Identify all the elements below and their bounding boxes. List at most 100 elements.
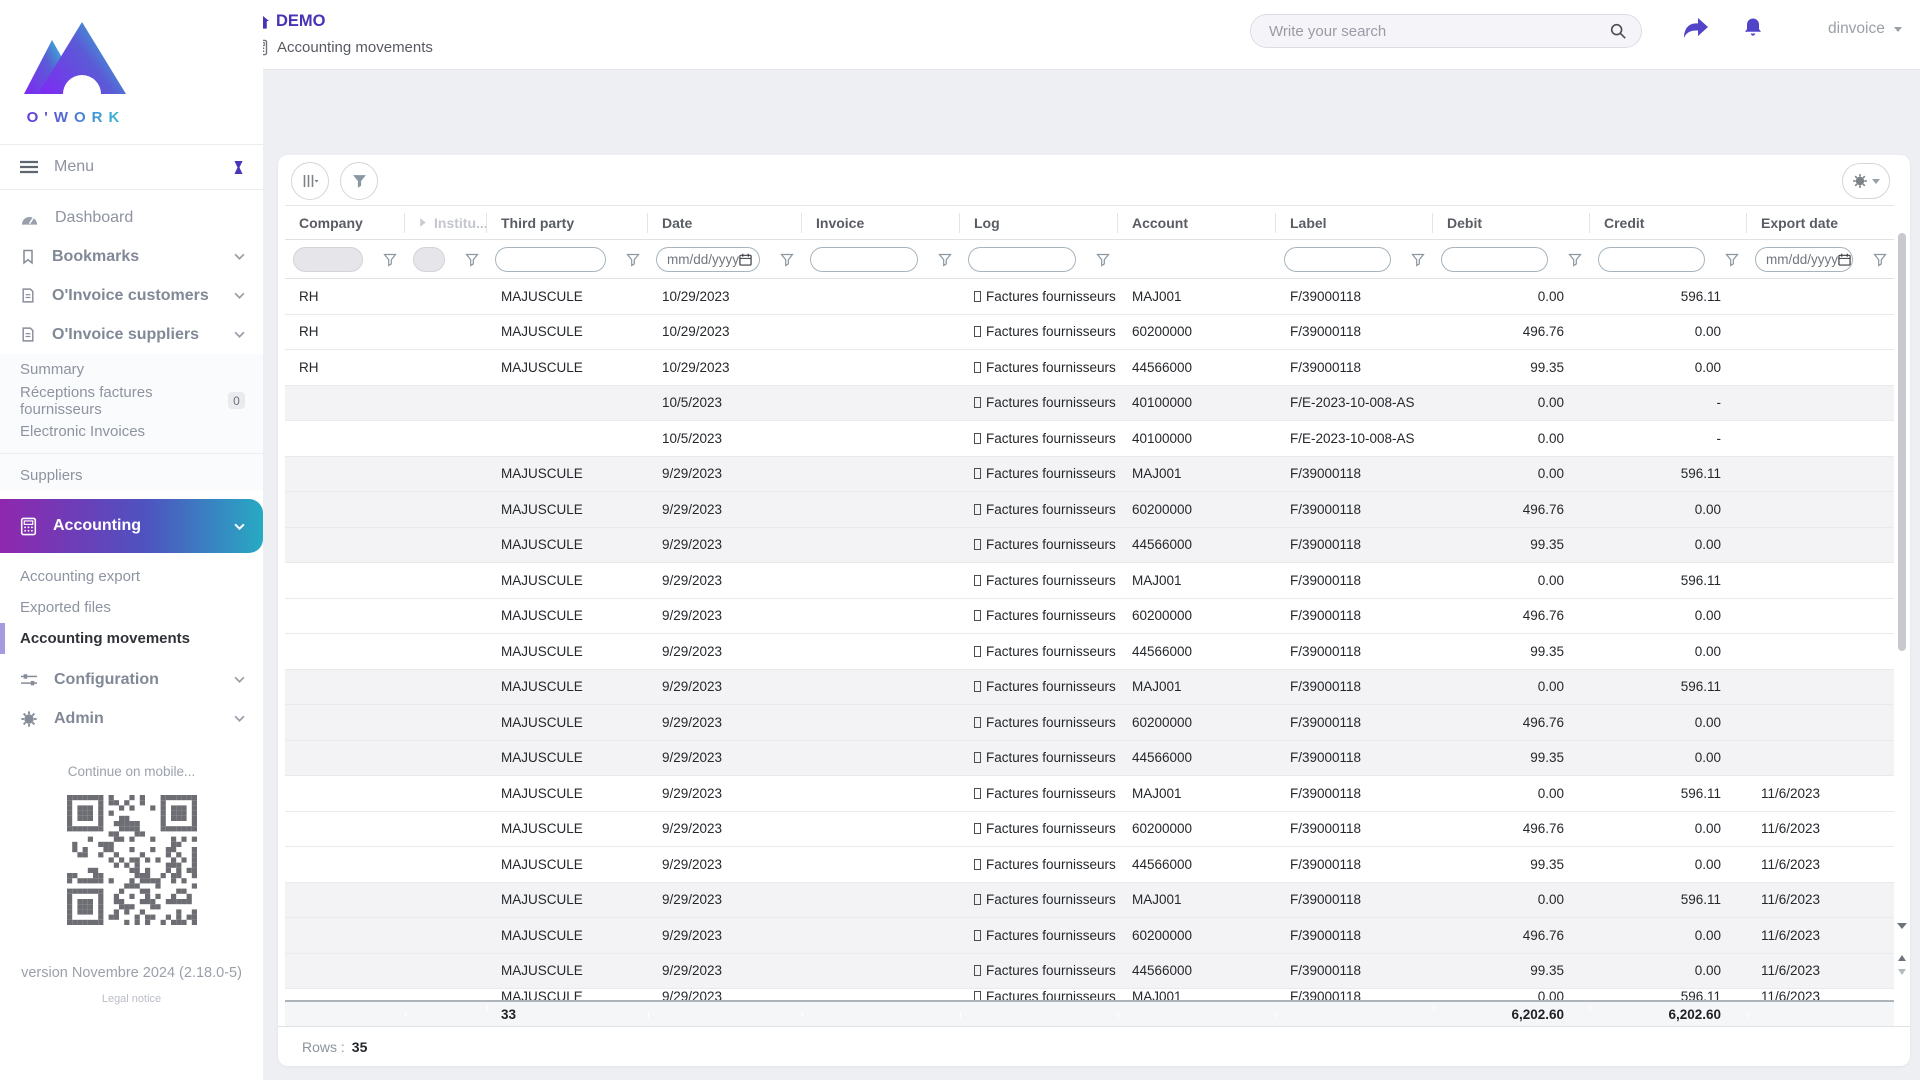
missing-glyph-icon (974, 788, 981, 799)
column-header-invoice[interactable]: Invoice (802, 212, 960, 234)
column-header-export-date[interactable]: Export date (1747, 212, 1895, 234)
scrollbar-thumb[interactable] (1898, 233, 1906, 651)
table-row[interactable]: MAJUSCULE9/29/2023Factures fournisseurs4… (285, 954, 1894, 990)
cell-label: F/E-2023-10-008-AS (1276, 431, 1433, 446)
hourglass-pin-icon[interactable] (232, 159, 245, 176)
filter-funnel-icon[interactable] (1725, 253, 1739, 267)
sidebar-item-accounting[interactable]: Accounting (0, 499, 263, 553)
sidebar-item-electronic-invoices[interactable]: Electronic Invoices (0, 416, 263, 447)
cell-export-date: 11/6/2023 (1747, 928, 1895, 943)
filter-funnel-icon[interactable] (465, 253, 479, 267)
vertical-scrollbar[interactable] (1896, 231, 1908, 941)
menu-toggle[interactable]: Menu (0, 144, 263, 190)
table-row[interactable]: MAJUSCULE9/29/2023Factures fournisseurs6… (285, 599, 1894, 635)
calendar-icon[interactable] (739, 253, 752, 266)
sidebar-item-oinvoice-suppliers[interactable]: O'Invoice suppliers (0, 315, 263, 354)
filter-funnel-icon[interactable] (383, 253, 397, 267)
cell-credit: 0.00 (1590, 857, 1747, 872)
table-row[interactable]: 10/5/2023Factures fournisseurs40100000F/… (285, 421, 1894, 457)
filter-funnel-icon[interactable] (780, 253, 794, 267)
column-header-account[interactable]: Account (1118, 212, 1276, 234)
legal-notice-link[interactable]: Legal notice (0, 993, 263, 1005)
table-row[interactable]: MAJUSCULE9/29/2023Factures fournisseursM… (285, 883, 1894, 919)
column-header-label[interactable]: Label (1276, 212, 1433, 234)
table-row[interactable]: 10/5/2023Factures fournisseurs40100000F/… (285, 386, 1894, 422)
table-row[interactable]: RHMAJUSCULE10/29/2023Factures fournisseu… (285, 279, 1894, 315)
table-row[interactable]: MAJUSCULE9/29/2023Factures fournisseurs6… (285, 812, 1894, 848)
table-row[interactable]: MAJUSCULE9/29/2023Factures fournisseurs4… (285, 741, 1894, 777)
sidebar-item-dashboard[interactable]: Dashboard (0, 198, 263, 237)
cell-debit: 496.76 (1433, 608, 1590, 623)
sidebar-item-accounting-movements[interactable]: Accounting movements (0, 623, 263, 654)
table-row[interactable]: MAJUSCULE9/29/2023Factures fournisseurs6… (285, 492, 1894, 528)
sidebar-item-configuration[interactable]: Configuration (0, 660, 263, 699)
cell-log: Factures fournisseurs (960, 289, 1118, 304)
table-row[interactable]: MAJUSCULE9/29/2023Factures fournisseurs4… (285, 528, 1894, 564)
filter-funnel-icon[interactable] (1873, 253, 1887, 267)
table-row[interactable]: MAJUSCULE9/29/2023Factures fournisseurs6… (285, 918, 1894, 954)
filter-date-input-date[interactable]: mm/dd/yyyy (656, 247, 760, 272)
sidebar-item-summary[interactable]: Summary (0, 354, 263, 385)
table-row[interactable]: MAJUSCULE9/29/2023Factures fournisseurs6… (285, 705, 1894, 741)
table-row[interactable]: MAJUSCULE9/29/2023Factures fournisseursM… (285, 457, 1894, 493)
table-row[interactable]: MAJUSCULE9/29/2023Factures fournisseurs4… (285, 847, 1894, 883)
app-logo[interactable]: O'WORK (0, 0, 263, 126)
cell-third-party: MAJUSCULE (487, 857, 648, 872)
cell-log: Factures fournisseurs (960, 431, 1118, 446)
column-header-company[interactable]: Company (285, 212, 405, 234)
filter-input-label[interactable] (1284, 247, 1391, 272)
sidebar-item-exported-files[interactable]: Exported files (0, 592, 263, 623)
table-row[interactable]: MAJUSCULE9/29/2023Factures fournisseursM… (285, 563, 1894, 599)
scroll-down-arrow[interactable] (1898, 969, 1906, 975)
sidebar-item-suppliers[interactable]: Suppliers (0, 460, 263, 491)
cell-third-party: MAJUSCULE (487, 608, 648, 623)
column-header-date[interactable]: Date (648, 212, 802, 234)
sidebar-item-bookmarks[interactable]: Bookmarks (0, 237, 263, 276)
calendar-icon[interactable] (1838, 253, 1851, 266)
table-row[interactable]: RHMAJUSCULE10/29/2023Factures fournisseu… (285, 350, 1894, 386)
filter-input-log[interactable] (968, 247, 1076, 272)
column-header-third-party[interactable]: Third party (487, 212, 648, 234)
filter-funnel-icon[interactable] (1096, 253, 1110, 267)
column-header-institu[interactable]: Institu... (405, 212, 487, 234)
filter-input-third-party[interactable] (495, 247, 606, 272)
column-header-credit[interactable]: Credit (1590, 212, 1747, 234)
filter-funnel-icon[interactable] (626, 253, 640, 267)
table-row[interactable]: MAJUSCULE9/29/2023Factures fournisseursM… (285, 776, 1894, 812)
bookmark-icon (20, 247, 36, 266)
filter-input-debit[interactable] (1441, 247, 1548, 272)
search-input[interactable] (1269, 23, 1609, 40)
table-settings-button[interactable] (1842, 163, 1890, 199)
cell-debit: 0.00 (1433, 395, 1590, 410)
table-row[interactable]: MAJUSCULE9/29/2023Factures fournisseurs4… (285, 634, 1894, 670)
table-row[interactable]: MAJUSCULE9/29/2023Factures fournisseursM… (285, 989, 1894, 1000)
scroll-down-arrow[interactable] (1897, 923, 1907, 929)
user-menu[interactable]: dinvoice (1828, 20, 1902, 38)
sidebar-item-admin[interactable]: Admin (0, 699, 263, 738)
sidebar-item-oinvoice-customers[interactable]: O'Invoice customers (0, 276, 263, 315)
column-header-debit[interactable]: Debit (1433, 212, 1590, 234)
filter-funnel-icon[interactable] (938, 253, 952, 267)
filter-button[interactable] (340, 162, 378, 200)
search-icon[interactable] (1609, 22, 1627, 40)
column-header-log[interactable]: Log (960, 212, 1118, 234)
share-button[interactable] (1683, 17, 1709, 44)
column-group-chevron-icon[interactable] (419, 217, 428, 228)
breadcrumb-page[interactable]: Accounting movements (253, 39, 433, 56)
filter-input-invoice[interactable] (810, 247, 918, 272)
sidebar-item-accounting-export[interactable]: Accounting export (0, 561, 263, 592)
breadcrumb-app[interactable]: DEMO (253, 12, 433, 31)
hamburger-icon[interactable] (20, 160, 38, 174)
table-row[interactable]: RHMAJUSCULE10/29/2023Factures fournisseu… (285, 315, 1894, 351)
log-label: Factures fournisseurs (986, 537, 1116, 552)
filter-funnel-icon[interactable] (1568, 253, 1582, 267)
columns-button[interactable] (291, 162, 329, 200)
filter-input-credit[interactable] (1598, 247, 1705, 272)
filter-date-input-export-date[interactable]: mm/dd/yyyy (1755, 247, 1853, 272)
filter-funnel-icon[interactable] (1411, 253, 1425, 267)
notifications-button[interactable] (1743, 17, 1763, 43)
log-label: Factures fournisseurs (986, 289, 1116, 304)
scroll-up-arrow[interactable] (1898, 955, 1906, 961)
sidebar-item-receptions-factures[interactable]: Réceptions factures fournisseurs 0 (0, 385, 263, 416)
table-row[interactable]: MAJUSCULE9/29/2023Factures fournisseursM… (285, 670, 1894, 706)
